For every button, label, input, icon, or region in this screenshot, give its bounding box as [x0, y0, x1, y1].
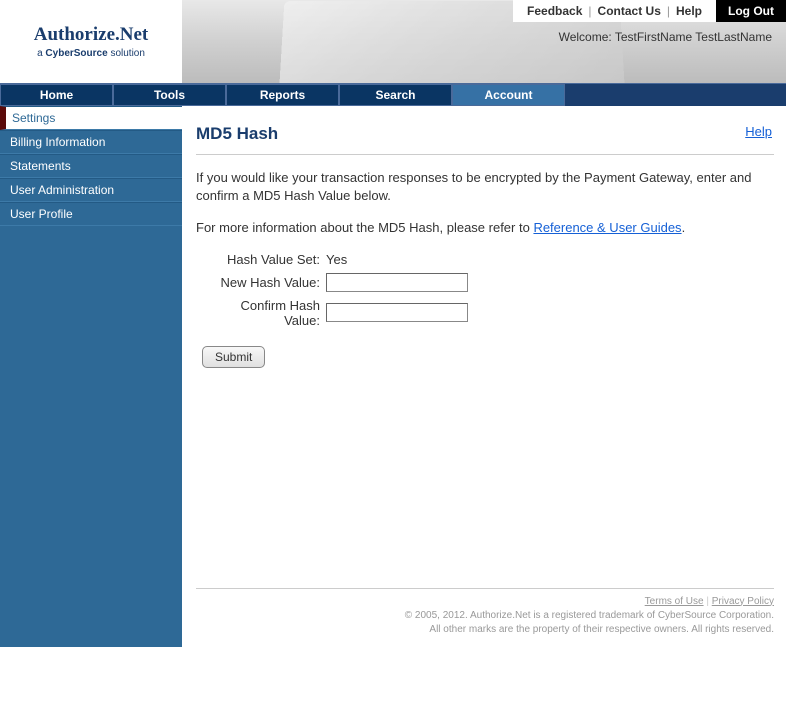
confirm-hash-label: Confirm Hash Value:	[206, 298, 326, 328]
new-hash-input[interactable]	[326, 273, 468, 292]
hash-set-value: Yes	[326, 252, 347, 267]
page-title: MD5 Hash	[196, 124, 774, 144]
sidebar-item-user-admin[interactable]: User Administration	[0, 178, 182, 202]
top-links: Feedback | Contact Us | Help Log Out	[513, 0, 786, 22]
nav-search[interactable]: Search	[339, 84, 452, 106]
hash-form: Hash Value Set: Yes New Hash Value: Conf…	[206, 252, 774, 328]
nav-home[interactable]: Home	[0, 84, 113, 106]
intro-text-1: If you would like your transaction respo…	[196, 169, 774, 205]
footer-copyright: © 2005, 2012. Authorize.Net is a registe…	[196, 609, 774, 623]
sidebar-item-statements[interactable]: Statements	[0, 154, 182, 178]
terms-link[interactable]: Terms of Use	[645, 596, 704, 607]
header: Authorize.Net a CyberSource solution Fee…	[0, 0, 786, 83]
header-right: Feedback | Contact Us | Help Log Out Wel…	[182, 0, 786, 83]
privacy-link[interactable]: Privacy Policy	[712, 596, 774, 607]
help-link[interactable]: Help	[745, 124, 772, 139]
confirm-hash-input[interactable]	[326, 303, 468, 322]
main-content: MD5 Hash Help If you would like your tra…	[182, 106, 786, 647]
hash-set-label: Hash Value Set:	[206, 252, 326, 267]
nav-account[interactable]: Account	[452, 84, 565, 106]
sidebar-item-user-profile[interactable]: User Profile	[0, 202, 182, 226]
logo-sub: a CyberSource solution	[37, 48, 145, 59]
reference-guides-link[interactable]: Reference & User Guides	[533, 220, 681, 235]
new-hash-label: New Hash Value:	[206, 275, 326, 290]
logo-area: Authorize.Net a CyberSource solution	[0, 0, 182, 83]
divider	[196, 154, 774, 155]
nav-tools[interactable]: Tools	[113, 84, 226, 106]
welcome-text: Welcome: TestFirstName TestLastName	[559, 30, 772, 44]
footer-marks: All other marks are the property of thei…	[196, 623, 774, 637]
footer: Terms of Use | Privacy Policy © 2005, 20…	[196, 588, 774, 637]
sidebar-item-settings[interactable]: Settings	[0, 106, 182, 130]
feedback-link[interactable]: Feedback	[521, 4, 588, 18]
welcome-name: TestFirstName TestLastName	[615, 30, 772, 44]
help-link-top[interactable]: Help	[670, 4, 708, 18]
contact-link[interactable]: Contact Us	[592, 4, 667, 18]
nav-reports[interactable]: Reports	[226, 84, 339, 106]
submit-button[interactable]: Submit	[202, 346, 265, 368]
logout-button[interactable]: Log Out	[716, 0, 786, 22]
intro-text-2: For more information about the MD5 Hash,…	[196, 219, 774, 237]
sidebar: Settings Billing Information Statements …	[0, 106, 182, 647]
sidebar-item-billing[interactable]: Billing Information	[0, 130, 182, 154]
main-nav: Home Tools Reports Search Account	[0, 83, 786, 106]
logo-main: Authorize.Net	[34, 24, 149, 46]
